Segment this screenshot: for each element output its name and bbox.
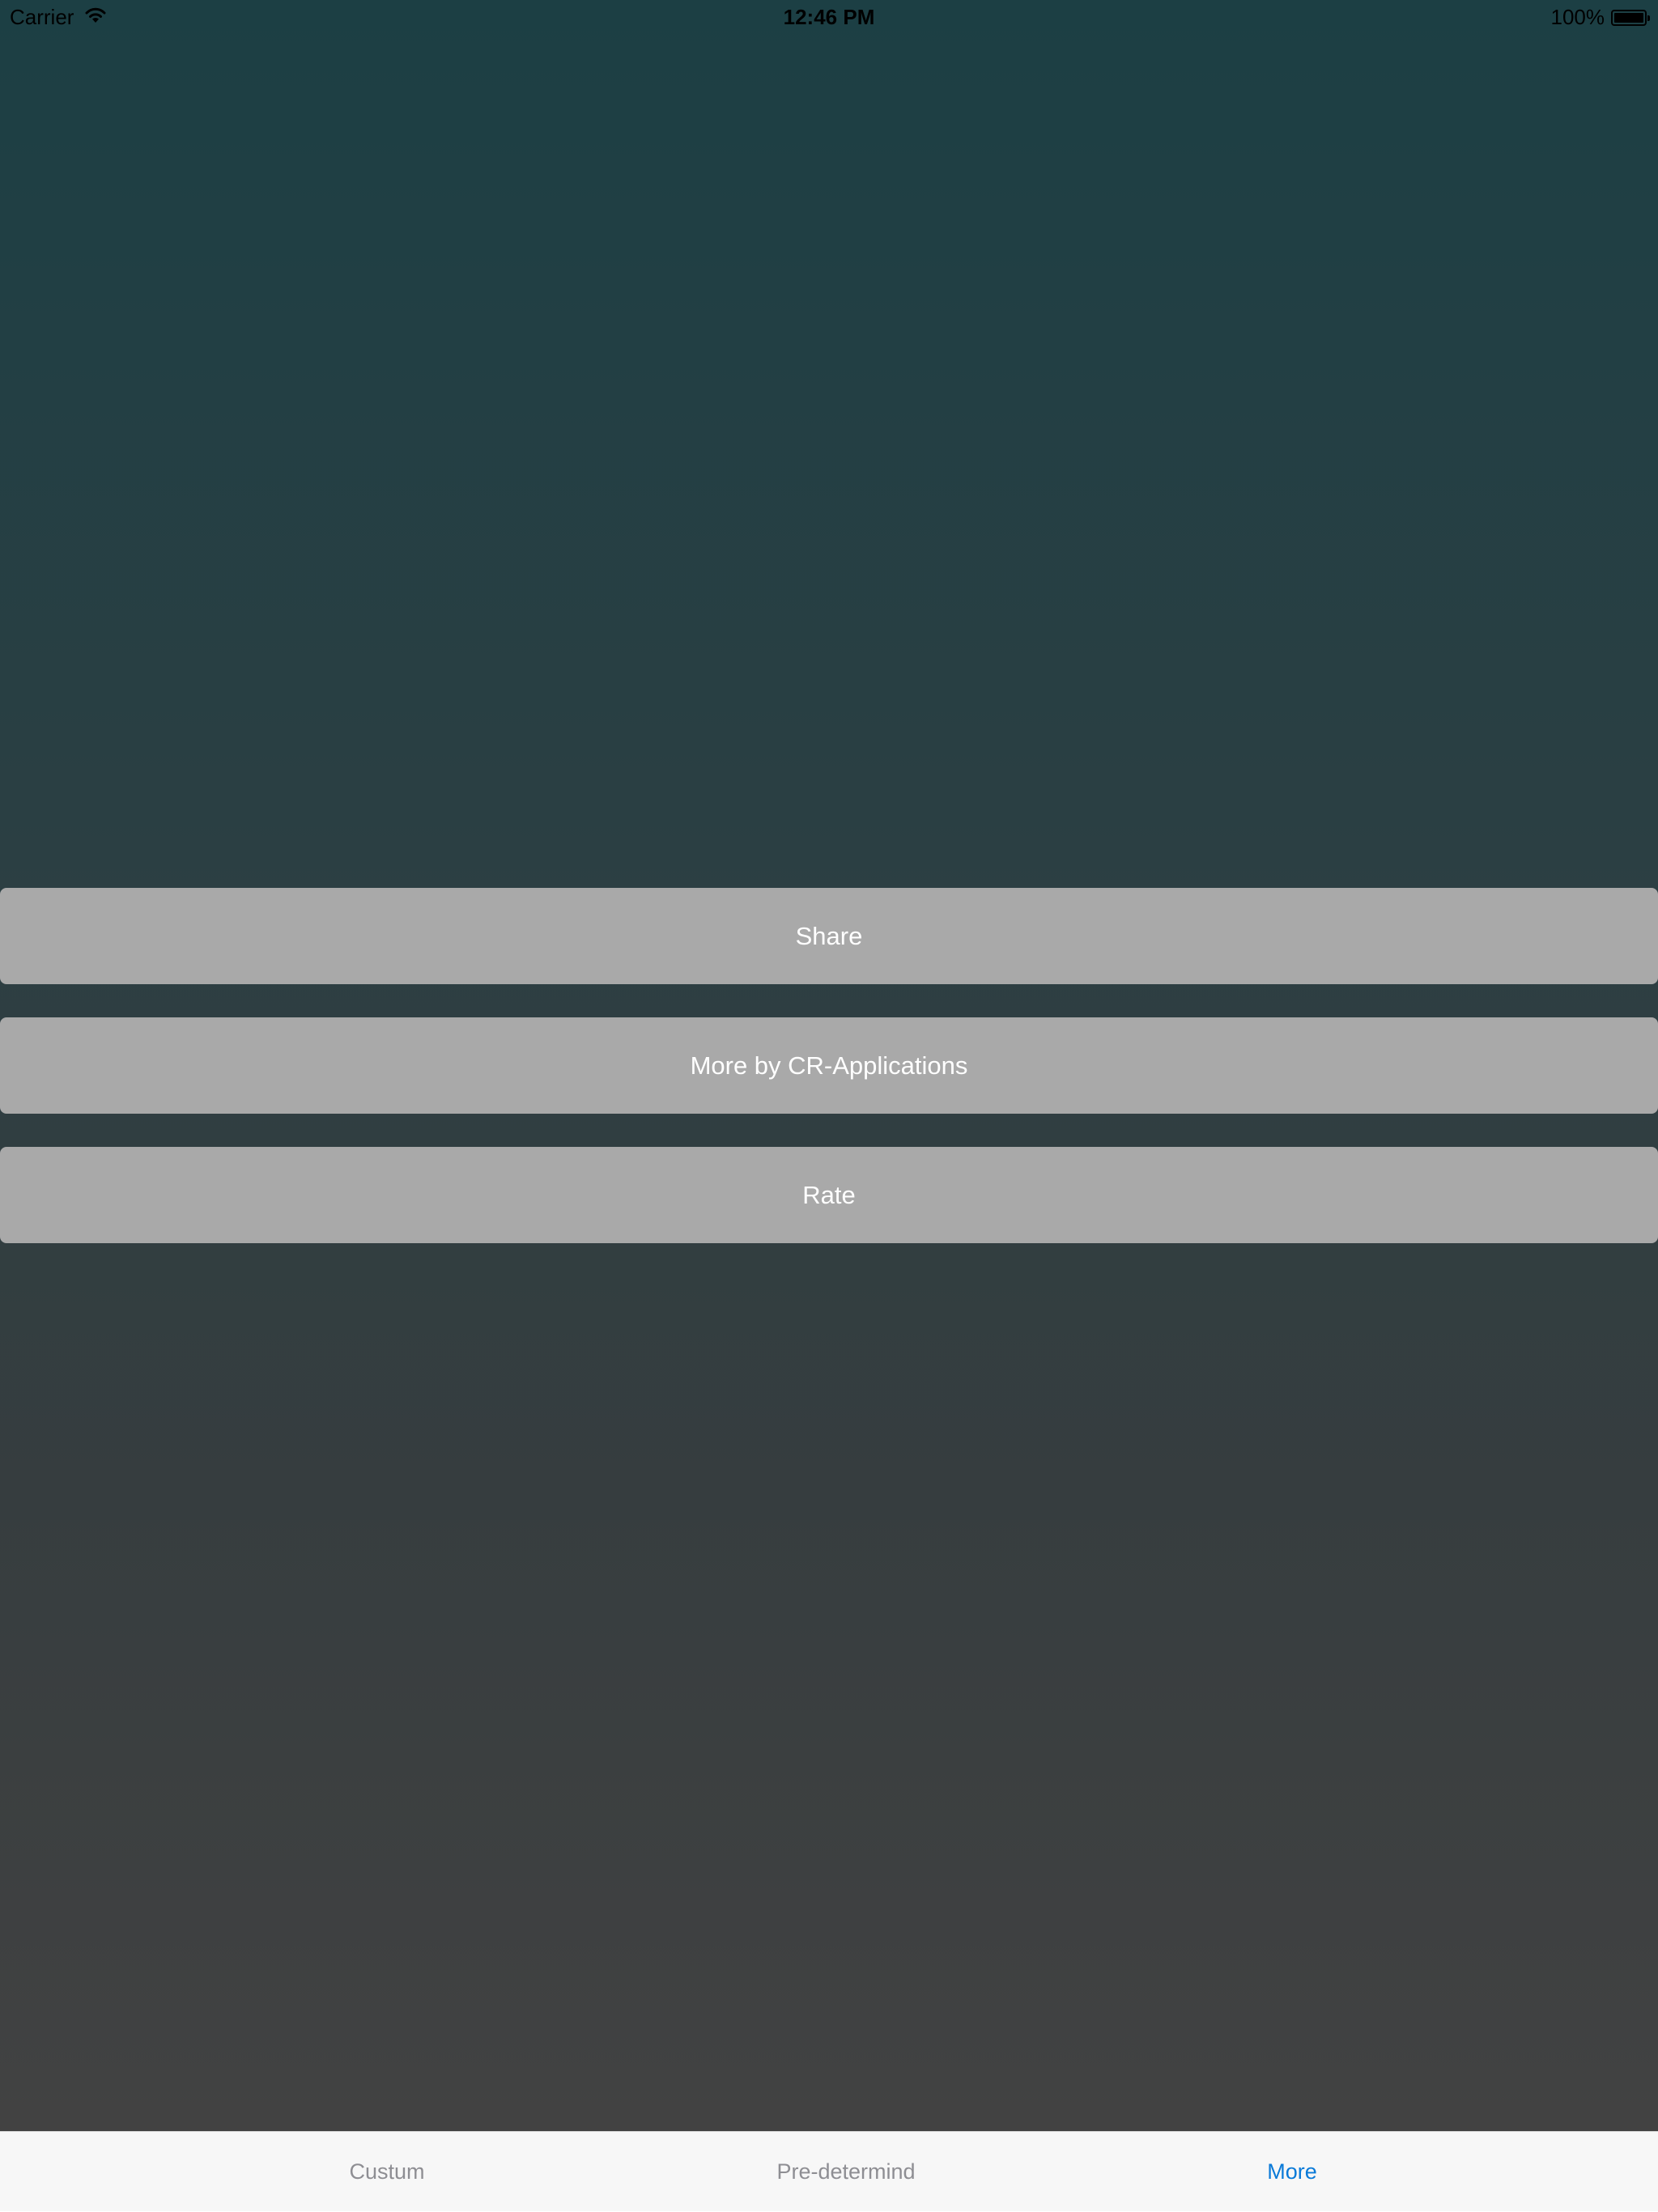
tab-predetermind-label: Pre-determind (776, 2159, 916, 2184)
status-time: 12:46 PM (783, 5, 875, 29)
tab-more[interactable]: More (1211, 2132, 1373, 2212)
battery-icon (1611, 9, 1650, 26)
tab-custum[interactable]: Custum (306, 2132, 468, 2212)
tab-predetermind[interactable]: Pre-determind (729, 2132, 963, 2212)
tab-custum-label: Custum (349, 2159, 425, 2184)
status-bar: Carrier 12:46 PM 100% (0, 0, 1658, 32)
tab-bar: Custum Pre-determind More (0, 2131, 1658, 2211)
more-by-developer-button[interactable]: More by CR-Applications (0, 1017, 1658, 1114)
share-button[interactable]: Share (0, 888, 1658, 984)
app-background: Carrier 12:46 PM 100% Share More by CR-A… (0, 0, 1658, 2131)
more-by-developer-button-label: More by CR-Applications (690, 1051, 968, 1080)
rate-button-label: Rate (802, 1180, 856, 1209)
battery-percentage: 100% (1550, 5, 1605, 29)
rate-button[interactable]: Rate (0, 1147, 1658, 1243)
tab-more-label: More (1267, 2159, 1317, 2184)
status-right: 100% (1550, 5, 1650, 30)
share-button-label: Share (795, 921, 863, 950)
